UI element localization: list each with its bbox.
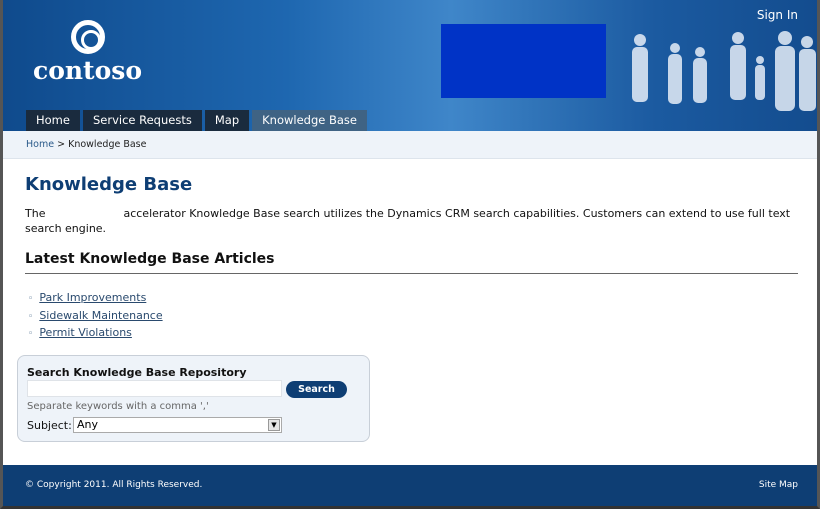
latest-articles-heading: Latest Knowledge Base Articles	[25, 251, 798, 274]
list-item: ◦ Permit Violations	[28, 326, 163, 344]
copyright: © Copyright 2011. All Rights Reserved.	[25, 480, 203, 490]
nav-home[interactable]: Home	[26, 110, 80, 131]
logo-text: contoso	[32, 56, 143, 85]
intro-start: The	[25, 207, 46, 220]
bullet-icon: ◦	[28, 294, 34, 304]
search-panel: Search Knowledge Base Repository Search …	[17, 355, 370, 442]
intro-rest: accelerator Knowledge Base search utiliz…	[25, 207, 791, 235]
bullet-icon: ◦	[28, 311, 34, 322]
site-header: contoso Sign In Home Service Requests Ma…	[0, 0, 820, 131]
chevron-down-icon[interactable]: ▼	[268, 419, 280, 431]
subject-label: Subject:	[27, 419, 72, 432]
article-link[interactable]: Permit Violations	[39, 326, 132, 339]
breadcrumb-home[interactable]: Home	[26, 139, 54, 150]
search-button[interactable]: Search	[286, 381, 347, 398]
intro-text: The accelerator Knowledge Base search uti…	[25, 206, 800, 236]
breadcrumb-current: Knowledge Base	[68, 139, 147, 150]
list-item: ◦ Sidewalk Maintenance	[28, 309, 163, 327]
search-hint: Separate keywords with a comma ','	[27, 401, 209, 412]
subject-value: Any	[77, 418, 99, 431]
nav-service-requests[interactable]: Service Requests	[82, 110, 202, 131]
nav-knowledge-base[interactable]: Knowledge Base	[252, 110, 367, 131]
redacted-block	[441, 24, 606, 98]
sign-in-link[interactable]: Sign In	[757, 8, 798, 22]
breadcrumb: Home > Knowledge Base	[0, 131, 820, 159]
article-link[interactable]: Park Improvements	[39, 291, 146, 304]
subject-select[interactable]: Any ▼	[73, 417, 282, 433]
page-title: Knowledge Base	[25, 174, 193, 195]
people-silhouette-icon	[632, 31, 816, 111]
bullet-icon: ◦	[28, 329, 34, 339]
site-map-link[interactable]: Site Map	[759, 480, 798, 490]
article-list: ◦ Park Improvements ◦ Sidewalk Maintenance…	[28, 291, 163, 344]
search-title: Search Knowledge Base Repository	[27, 366, 247, 379]
list-item: ◦ Park Improvements	[28, 291, 163, 309]
site-footer: © Copyright 2011. All Rights Reserved. S…	[0, 465, 820, 509]
contoso-logo[interactable]: contoso	[30, 20, 145, 85]
search-input[interactable]	[27, 380, 282, 397]
main-nav: Home Service Requests Map Knowledge Base	[26, 110, 367, 131]
logo-mark-icon	[70, 20, 105, 54]
breadcrumb-separator: >	[57, 139, 66, 150]
article-link[interactable]: Sidewalk Maintenance	[39, 309, 162, 322]
nav-map[interactable]: Map	[204, 110, 250, 131]
